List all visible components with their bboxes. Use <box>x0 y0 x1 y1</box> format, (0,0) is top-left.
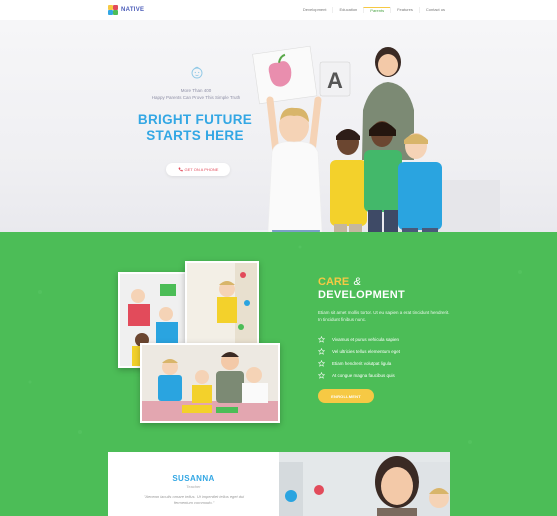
star-outline-icon <box>318 335 325 343</box>
star-outline-icon <box>318 371 325 379</box>
testimonial-role: Teacher <box>186 484 201 489</box>
baby-face-icon <box>191 66 203 79</box>
care-title-word2: DEVELOPMENT <box>318 289 406 301</box>
care-title: CARE & DEVELOPMENT <box>318 274 405 302</box>
page: NATIVE Development Education Parents Fea… <box>0 0 557 516</box>
star-outline-icon <box>318 347 325 355</box>
star-outline-icon <box>318 359 325 367</box>
care-description: Etiam sit amet mollis tortor. Ut eu sapi… <box>318 310 450 322</box>
climbing-wall-photo <box>185 261 259 345</box>
feature-text: At congue magna faucibus quis <box>332 372 395 378</box>
nav-item-education[interactable]: Education <box>332 7 363 13</box>
feature-item: At congue magna faucibus quis <box>318 369 400 381</box>
nav-item-parents[interactable]: Parents <box>363 7 391 13</box>
logo[interactable]: NATIVE <box>108 5 144 15</box>
get-on-phone-label: GET ON A PHONE <box>184 167 219 172</box>
feature-text: Vivamus et purus vehicula sapien <box>332 336 399 342</box>
top-nav: NATIVE Development Education Parents Fea… <box>0 0 557 20</box>
classroom-activity-photo <box>140 343 280 423</box>
get-on-phone-button[interactable]: GET ON A PHONE <box>166 163 230 176</box>
feature-text: Vel ultricies tellus elementum eget <box>332 348 401 354</box>
logo-text: NATIVE <box>121 7 145 13</box>
testimonial-quote: "Aenean iaculis ornare tellus. Ut imperd… <box>143 494 245 505</box>
care-title-word1: CARE <box>318 276 350 288</box>
hero-section: More Than 400 Happy Parents Can Prove Th… <box>0 20 557 232</box>
nav-item-contact[interactable]: Contact us <box>418 7 451 13</box>
hero-kids-photo: A <box>250 45 500 232</box>
feature-text: Etiam hendrerit volutpat ligula <box>332 360 392 366</box>
logo-icon <box>108 5 118 15</box>
photo-collage <box>118 261 280 423</box>
care-title-amp: & <box>353 276 361 288</box>
nav-item-development[interactable]: Development <box>297 7 333 13</box>
care-development-section: CARE & DEVELOPMENT Etiam sit amet mollis… <box>0 232 557 516</box>
feature-item: Vivamus et purus vehicula sapien <box>318 333 400 345</box>
feature-item: Vel ultricies tellus elementum eget <box>318 345 400 357</box>
testimonial-card: SUSANNA Teacher "Aenean iaculis ornare t… <box>108 452 450 516</box>
svg-text:A: A <box>327 68 343 93</box>
testimonial-name: SUSANNA <box>172 474 215 483</box>
nav-item-features[interactable]: Features <box>390 7 419 13</box>
hero-tagline-line2: Happy Parents Can Prove This Simple Trut… <box>151 95 241 100</box>
feature-item: Etiam hendrerit volutpat ligula <box>318 357 400 369</box>
phone-icon <box>178 167 183 172</box>
feature-list: Vivamus et purus vehicula sapien Vel ult… <box>318 333 400 381</box>
hero-tagline: More Than 400 Happy Parents Can Prove Th… <box>140 87 252 101</box>
enrollment-button[interactable]: ENROLLMENT <box>318 389 374 403</box>
main-menu: Development Education Parents Features C… <box>297 7 451 13</box>
hero-tagline-line1: More Than 400 <box>180 88 212 93</box>
testimonial-photo <box>279 452 450 516</box>
